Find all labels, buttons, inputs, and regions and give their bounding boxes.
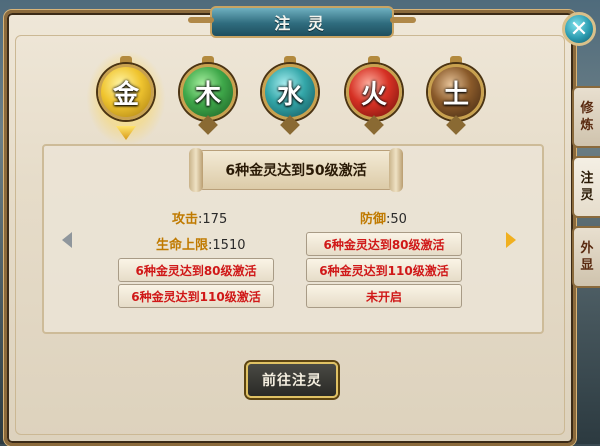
condition-text: 6种金灵达到110级激活: [319, 263, 449, 278]
next-page-arrow-icon[interactable]: [506, 232, 516, 248]
goto-infuse-label: 前往注灵: [262, 373, 322, 389]
attack-stat: 攻击:175: [172, 208, 227, 227]
condition-button[interactable]: 6种金灵达到80级激活: [118, 258, 274, 282]
element-glyph: 水: [276, 79, 303, 110]
stat-value: :175: [198, 212, 228, 227]
water-orb-icon: 水: [262, 64, 318, 120]
close-button[interactable]: ✕: [562, 12, 596, 46]
condition-text: 6种金灵达到110级激活: [131, 289, 261, 304]
element-glyph: 金: [112, 79, 139, 110]
condition-text: 6种金灵达到80级激活: [323, 237, 445, 252]
stat-value: :1510: [208, 238, 246, 253]
stat-label: 生命上限: [156, 238, 209, 253]
side-tab-cultivate[interactable]: 修 炼: [572, 86, 600, 148]
element-tab-wood[interactable]: 木: [176, 56, 240, 138]
element-tab-earth[interactable]: 土: [424, 56, 488, 138]
defense-stat: 防御:50: [360, 208, 407, 227]
side-tab-appearance[interactable]: 外 显: [572, 226, 600, 288]
element-tab-fire[interactable]: 火: [342, 56, 406, 138]
stat-label: 防御: [360, 212, 387, 227]
element-glyph: 火: [360, 79, 387, 110]
fire-orb-icon: 火: [346, 64, 402, 120]
side-tab-char: 炼: [580, 118, 594, 133]
condition-button[interactable]: 6种金灵达到80级激活: [306, 232, 462, 256]
side-tab-char: 外: [580, 241, 594, 256]
locked-condition-button[interactable]: 未开启: [306, 284, 462, 308]
side-tab-char: 灵: [580, 188, 594, 203]
stat-label: 攻击: [172, 212, 199, 227]
element-tab-water[interactable]: 水: [258, 56, 322, 138]
max-hp-stat: 生命上限:1510: [156, 234, 245, 253]
side-tab-char: 注: [580, 171, 594, 186]
prev-page-arrow-icon[interactable]: [62, 232, 72, 248]
element-glyph: 木: [194, 79, 221, 110]
metal-orb-icon: 金: [98, 64, 154, 120]
activation-banner-text: 6种金灵达到50级激活: [225, 163, 367, 179]
condition-button[interactable]: 6种金灵达到110级激活: [118, 284, 274, 308]
goto-infuse-button[interactable]: 前往注灵: [246, 362, 338, 398]
side-tab-infuse[interactable]: 注 灵: [572, 156, 600, 218]
condition-button[interactable]: 6种金灵达到110级激活: [306, 258, 462, 282]
side-tab-char: 显: [580, 258, 594, 273]
wood-orb-icon: 木: [180, 64, 236, 120]
window-title: 注 灵: [188, 6, 416, 38]
element-tab-metal[interactable]: 金: [86, 50, 166, 146]
condition-text: 6种金灵达到80级激活: [135, 263, 257, 278]
close-icon: ✕: [569, 16, 589, 42]
side-tab-char: 修: [580, 101, 594, 116]
element-glyph: 土: [442, 79, 469, 110]
condition-text: 未开启: [365, 289, 402, 304]
activation-banner: 6种金灵达到50级激活: [189, 148, 403, 192]
earth-orb-icon: 土: [428, 64, 484, 120]
window-title-text: 注 灵: [274, 14, 330, 33]
stat-value: :50: [386, 212, 407, 227]
